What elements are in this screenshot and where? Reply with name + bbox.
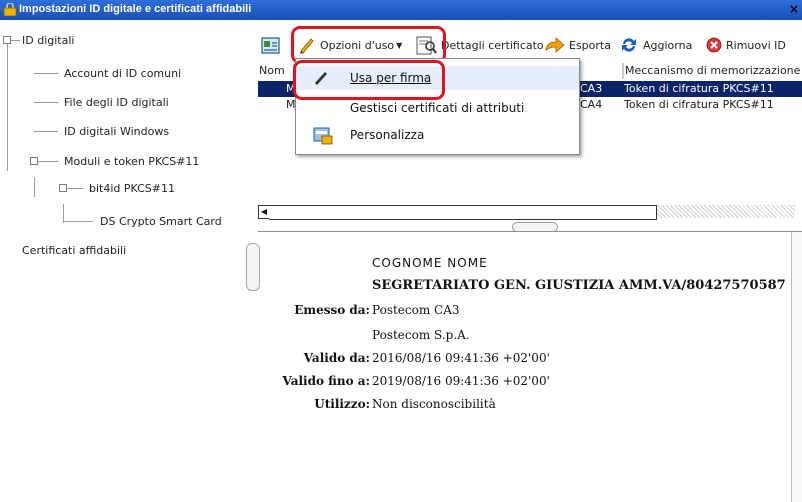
row-issuer: CA4 (580, 98, 603, 111)
refresh-button[interactable]: Aggiorna (619, 32, 692, 58)
highlight-usa-per-firma (293, 60, 445, 100)
tree-line (38, 161, 58, 162)
certificate-details-label: Dettagli certificato (441, 38, 544, 52)
certificate-organization: SEGRETARIATO GEN. GIUSTIZIA AMM.VA/80427… (372, 278, 786, 293)
tree-item-file-id-digitali[interactable]: File degli ID digitali (64, 96, 169, 109)
export-label: Esporta (569, 38, 611, 52)
tree-line (11, 40, 20, 41)
lock-icon (3, 3, 17, 16)
add-id-icon (261, 37, 280, 54)
window-title: Impostazioni ID digitale e certificati a… (19, 3, 252, 15)
vertical-scrollbar[interactable] (791, 232, 802, 502)
tree-item-certificati-affidabili[interactable]: Certificati affidabili (22, 244, 126, 257)
row-storage: Token di cifratura PKCS#11 (624, 82, 774, 95)
tree-item-ds-crypto-smart-card[interactable]: DS Crypto Smart Card (100, 215, 222, 228)
tree-item-id-digitali[interactable]: ID digitali (22, 34, 74, 47)
row-issuer: CA3 (580, 82, 603, 95)
close-button[interactable]: × (786, 1, 802, 18)
valid-from-label: Valido da: (303, 351, 370, 365)
window-titlebar: Impostazioni ID digitale e certificati a… (0, 0, 802, 20)
valid-from-value: 2016/08/16 09:41:36 +02'00' (372, 351, 550, 365)
valid-to-value: 2019/08/16 09:41:36 +02'00' (372, 374, 550, 388)
valid-to-label: Valido fino a: (282, 374, 370, 388)
collapse-icon[interactable] (59, 184, 67, 192)
menu-item-label: Gestisci certificati di attributi (350, 101, 525, 115)
tree-item-moduli-token[interactable]: Moduli e token PKCS#11 (64, 155, 199, 168)
menu-item-personalizza[interactable]: Personalizza (296, 123, 579, 147)
row-storage: Token di cifratura PKCS#11 (624, 98, 774, 111)
tree-line (34, 177, 35, 197)
collapse-icon[interactable] (30, 157, 38, 165)
column-header-storage[interactable]: Meccanismo di memorizzazione (622, 63, 802, 79)
issuer-company: Postecom S.p.A. (372, 328, 470, 342)
scroll-track (657, 205, 795, 218)
refresh-icon (622, 38, 636, 52)
certificate-holder-name: COGNOME NOME (372, 256, 488, 270)
remove-icon (706, 37, 722, 53)
tree-line (34, 102, 58, 103)
add-id-button[interactable] (260, 32, 286, 58)
export-arrow-icon (545, 37, 565, 53)
tree-line (34, 73, 58, 74)
usage-value: Non disconoscibilità (372, 397, 496, 411)
tree-line (7, 40, 8, 171)
tree-line (34, 131, 58, 132)
remove-id-label: Rimuovi ID (726, 38, 786, 52)
menu-item-label: Personalizza (350, 128, 425, 142)
tree-item-account-id-comuni[interactable]: Account di ID comuni (64, 67, 181, 80)
issued-by-label: Emesso da: (294, 303, 370, 317)
id-tree: ID digitali Account di ID comuni File de… (0, 22, 252, 501)
remove-id-button[interactable]: Rimuovi ID (706, 32, 786, 58)
tree-item-id-digitali-windows[interactable]: ID digitali Windows (64, 125, 169, 138)
usage-label: Utilizzo: (314, 397, 370, 411)
issued-by-value: Postecom CA3 (372, 303, 460, 317)
scroll-thumb[interactable] (269, 205, 657, 220)
horizontal-scrollbar[interactable]: ◀ (258, 205, 802, 220)
tree-line (67, 188, 83, 189)
customize-icon (313, 127, 333, 145)
column-header-name[interactable]: Nom (259, 63, 294, 79)
tree-item-bit4id[interactable]: bit4id PKCS#11 (89, 182, 175, 195)
export-button[interactable]: Esporta (545, 32, 611, 58)
refresh-label: Aggiorna (643, 38, 693, 52)
certificate-detail-panel: COGNOME NOME SEGRETARIATO GEN. GIUSTIZIA… (258, 231, 802, 502)
collapse-icon[interactable] (3, 36, 11, 44)
tree-line (63, 221, 93, 222)
